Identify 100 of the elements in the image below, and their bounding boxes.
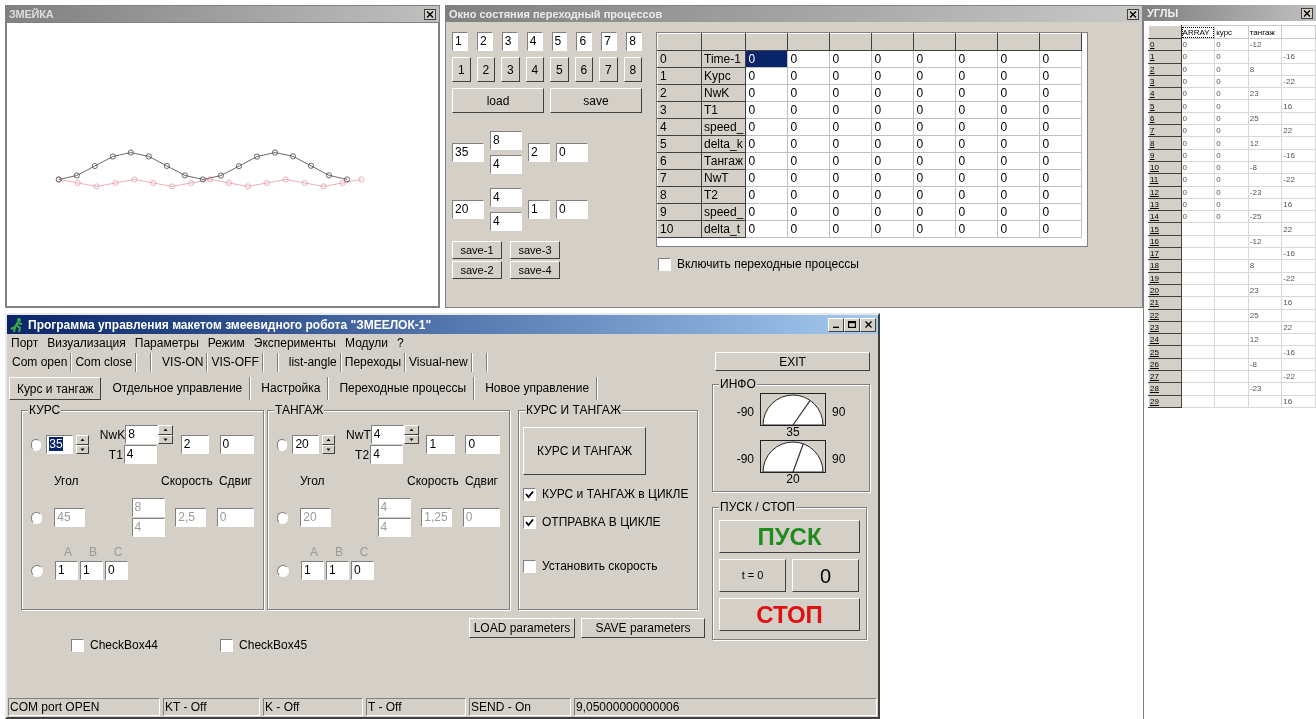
input-field[interactable]: 20 [292, 435, 320, 454]
input-field[interactable]: 1 [80, 561, 103, 580]
button[interactable]: save-4 [510, 261, 560, 279]
checkbox-label[interactable]: CheckBox45 [239, 636, 308, 654]
button[interactable]: 2 [476, 57, 495, 82]
button[interactable]: EXIT [715, 352, 870, 371]
input-field[interactable]: 1 [528, 200, 550, 219]
window-button[interactable] [844, 317, 860, 332]
checkbox[interactable] [220, 638, 234, 652]
toolbar-button[interactable]: Переходы [341, 352, 406, 372]
button[interactable]: 1 [452, 57, 471, 82]
button[interactable]: save-1 [452, 241, 502, 259]
menu-item[interactable]: Визуализация [47, 334, 126, 352]
menu-item[interactable]: Порт [11, 334, 39, 352]
input-field[interactable]: 2 [180, 435, 210, 454]
input-field[interactable]: 0 [465, 435, 500, 454]
menu-item[interactable]: Эксперименты [253, 334, 336, 352]
toolbar-button[interactable]: list-angle [285, 352, 341, 372]
tab[interactable]: Новое управление [478, 377, 598, 400]
button[interactable]: save-3 [510, 241, 560, 259]
window-button[interactable] [828, 317, 844, 332]
toolbar-button[interactable]: VIS-OFF [208, 352, 263, 372]
input-field[interactable]: 3 [501, 32, 518, 51]
button[interactable]: 6 [574, 57, 593, 82]
radio-button[interactable] [31, 564, 43, 577]
input-field[interactable]: 1 [55, 561, 78, 580]
toolbar-button[interactable]: Com open [9, 352, 72, 372]
toolbar-button[interactable]: Com close [72, 352, 137, 372]
input-field[interactable]: 1 [452, 32, 468, 51]
radio-button[interactable] [277, 438, 288, 451]
checkbox[interactable] [523, 559, 536, 573]
input-field[interactable]: 4 [370, 425, 404, 444]
checkbox-label[interactable]: Включить переходные процессы [677, 255, 859, 273]
radio-button[interactable] [277, 564, 289, 577]
input-field[interactable]: 4 [526, 32, 543, 51]
checkbox[interactable] [71, 638, 84, 652]
spin-button[interactable] [403, 434, 419, 444]
toolbar-button[interactable]: Visual-new [406, 352, 472, 372]
button[interactable]: t = 0 [719, 559, 786, 592]
input-field[interactable]: 0 [219, 435, 254, 454]
input-field[interactable]: 0 [351, 561, 374, 580]
spin-button[interactable] [322, 444, 336, 454]
spin-button[interactable] [76, 444, 89, 454]
menu-item[interactable]: Параметры [134, 334, 199, 352]
button[interactable]: 5 [550, 57, 569, 82]
spin-button[interactable] [158, 425, 174, 435]
spin-button[interactable] [158, 434, 174, 444]
button[interactable]: 7 [599, 57, 618, 82]
window-button[interactable] [860, 317, 876, 332]
menu-item[interactable]: Модули [345, 334, 388, 352]
input-field[interactable]: 7 [601, 32, 618, 51]
input-field[interactable]: 2 [528, 143, 550, 162]
button[interactable]: 3 [501, 57, 520, 82]
radio-button[interactable] [31, 511, 43, 524]
input-field[interactable]: 8 [626, 32, 642, 51]
input-field[interactable]: 2 [476, 32, 493, 51]
checkbox[interactable] [523, 515, 536, 529]
input-field[interactable]: 4 [123, 445, 157, 464]
button[interactable]: SAVE parameters [581, 618, 705, 638]
checkbox[interactable] [658, 257, 671, 271]
input-field[interactable]: 4 [490, 155, 522, 174]
tab[interactable]: Отдельное управление [105, 377, 251, 400]
button[interactable]: 8 [623, 57, 642, 82]
spin-button[interactable] [76, 435, 89, 445]
tab[interactable]: Курс и тангаж [9, 377, 102, 400]
input-field[interactable]: 1 [326, 561, 349, 580]
input-field[interactable]: 1 [301, 561, 324, 580]
input-field[interactable]: 1 [426, 435, 456, 454]
tab[interactable]: Переходные процессы [332, 377, 475, 400]
spin-button[interactable] [403, 425, 419, 435]
input-field[interactable]: 4 [490, 212, 522, 231]
input-field[interactable]: 6 [576, 32, 593, 51]
input-field[interactable]: 0 [556, 200, 588, 219]
radio-button[interactable] [31, 438, 42, 451]
menu-item[interactable]: ? [397, 334, 404, 352]
menu-item[interactable]: Режим [207, 334, 245, 352]
toolbar-button[interactable]: VIS-ON [159, 352, 208, 372]
button[interactable]: load [452, 88, 544, 113]
input-field[interactable]: 35 [452, 143, 484, 162]
input-field[interactable]: 8 [490, 131, 522, 150]
input-field[interactable]: 4 [490, 188, 522, 207]
input-field[interactable]: 20 [452, 200, 484, 219]
button[interactable]: LOAD parameters [469, 618, 575, 638]
checkbox-label[interactable]: ОТПРАВКА В ЦИКЛЕ [542, 513, 661, 531]
checkbox-label[interactable]: CheckBox44 [90, 636, 159, 654]
input-field[interactable]: 0 [556, 143, 588, 162]
radio-button[interactable] [277, 511, 289, 524]
button[interactable]: save-2 [452, 261, 502, 279]
tab[interactable]: Настройка [254, 377, 329, 400]
spin-button[interactable] [322, 435, 336, 445]
checkbox[interactable] [523, 487, 536, 501]
button[interactable]: 4 [525, 57, 544, 82]
checkbox-label[interactable]: Установить скорость [542, 557, 658, 575]
button[interactable]: КУРС И ТАНГАЖ [523, 427, 646, 475]
input-field[interactable]: 8 [125, 425, 159, 444]
checkbox-label[interactable]: КУРС и ТАНГАЖ в ЦИКЛЕ [542, 485, 689, 503]
input-field[interactable]: 4 [370, 445, 404, 464]
button[interactable]: save [550, 88, 642, 113]
input-field[interactable]: 5 [551, 32, 568, 51]
input-field[interactable]: 0 [105, 561, 128, 580]
